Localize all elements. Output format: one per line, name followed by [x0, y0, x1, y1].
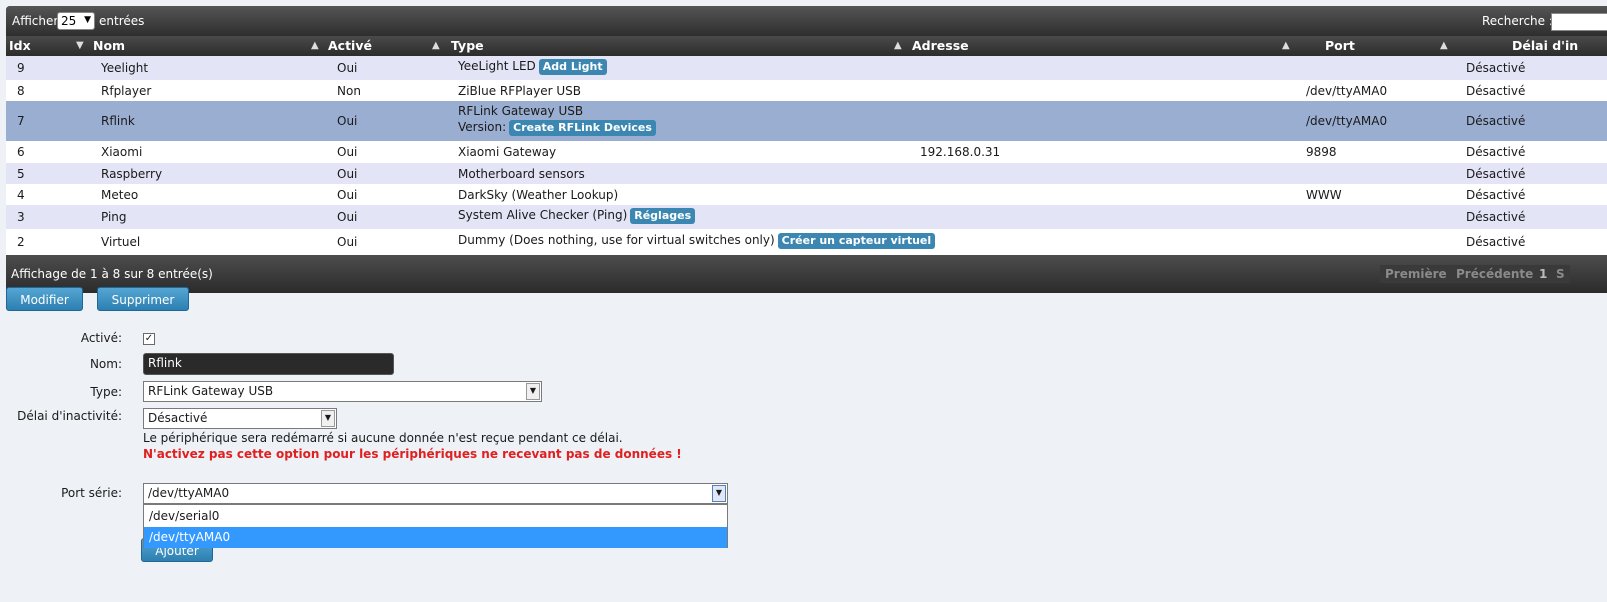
name-field[interactable]: Rflink	[143, 353, 394, 375]
enabled-label: Activé:	[80, 331, 122, 345]
add-light-button[interactable]: Add Light	[538, 59, 607, 75]
first-page-button[interactable]: Première	[1380, 265, 1452, 283]
table-header: Idx ▼ Nom ▲ Activé ▲ Type ▲ Adresse ▲ Po…	[6, 36, 1607, 56]
serial-port-dropdown-list: /dev/serial0 /dev/ttyAMA0	[143, 504, 728, 548]
table-row[interactable]: 3 Ping Oui System Alive Checker (Ping) Ré…	[6, 205, 1607, 229]
type-label: Type:	[90, 385, 122, 399]
create-virtual-sensor-button[interactable]: Créer un capteur virtuel	[777, 233, 936, 249]
chevron-down-icon: ▼	[321, 410, 335, 427]
table-row[interactable]: 5 Raspberry Oui Motherboard sensors Désa…	[6, 163, 1607, 184]
sort-desc-icon: ▼	[76, 40, 84, 51]
show-label: Afficher	[12, 14, 59, 28]
col-enabled[interactable]: Activé	[328, 36, 372, 56]
col-name[interactable]: Nom	[93, 36, 125, 56]
create-rflink-devices-button[interactable]: Create RFLink Devices	[509, 120, 656, 136]
search-input[interactable]	[1551, 13, 1607, 31]
col-timeout[interactable]: Délai d'in	[1512, 36, 1578, 56]
serial-port-select[interactable]: /dev/ttyAMA0 ▼	[143, 483, 728, 504]
chevron-down-icon: ▼	[526, 383, 540, 400]
chevron-down-icon: ▼	[712, 485, 726, 502]
serial-port-label: Port série:	[61, 486, 122, 500]
chevron-down-icon: ▼	[84, 15, 91, 25]
checkmark-icon: ✓	[144, 333, 154, 344]
modify-button[interactable]: Modifier	[6, 287, 83, 311]
sort-asc-icon: ▲	[894, 40, 902, 51]
col-type[interactable]: Type	[451, 36, 484, 56]
entries-label: entrées	[99, 14, 145, 28]
sort-asc-icon: ▲	[311, 40, 319, 51]
sort-asc-icon: ▲	[1440, 40, 1448, 51]
next-page-button[interactable]: S	[1551, 265, 1570, 283]
type-select[interactable]: RFLink Gateway USB ▼	[143, 381, 542, 402]
name-label: Nom:	[89, 357, 122, 371]
table-toolbar: Afficher 25 ▼ entrées Recherche :	[6, 6, 1607, 36]
table-row[interactable]: 2 Virtuel Oui Dummy (Does nothing, use f…	[6, 229, 1607, 255]
timeout-label: Délai d'inactivité:	[17, 409, 122, 423]
hardware-table: Afficher 25 ▼ entrées Recherche : Idx ▼ …	[6, 6, 1607, 293]
timeout-note: Le périphérique sera redémarré si aucune…	[143, 431, 623, 445]
delete-button[interactable]: Supprimer	[97, 287, 189, 311]
settings-button[interactable]: Réglages	[630, 208, 696, 224]
col-port[interactable]: Port	[1325, 36, 1355, 56]
sort-asc-icon: ▲	[1282, 40, 1290, 51]
table-footer: Affichage de 1 à 8 sur 8 entrée(s) Premi…	[6, 255, 1607, 293]
table-row[interactable]: 8 Rfplayer Non ZiBlue RFPlayer USB /dev/…	[6, 80, 1607, 101]
timeout-select[interactable]: Désactivé ▼	[143, 408, 337, 429]
page-length-select[interactable]: 25 ▼	[57, 12, 95, 30]
sort-asc-icon: ▲	[432, 40, 440, 51]
col-idx[interactable]: Idx	[9, 36, 31, 56]
page-1-button[interactable]: 1	[1534, 265, 1553, 283]
timeout-warning: N'activez pas cette option pour les péri…	[143, 447, 682, 461]
table-info: Affichage de 1 à 8 sur 8 entrée(s)	[11, 267, 213, 281]
table-row[interactable]: 9 Yeelight Oui YeeLight LED Add Light Dés…	[6, 56, 1607, 80]
col-address[interactable]: Adresse	[912, 36, 969, 56]
previous-page-button[interactable]: Précédente	[1451, 265, 1539, 283]
port-option-selected[interactable]: /dev/ttyAMA0	[144, 527, 727, 548]
enabled-checkbox[interactable]: ✓	[143, 333, 155, 345]
table-row[interactable]: 6 Xiaomi Oui Xiaomi Gateway 192.168.0.31…	[6, 141, 1607, 163]
table-row[interactable]: 4 Meteo Oui DarkSky (Weather Lookup) WWW…	[6, 184, 1607, 205]
search-label: Recherche :	[1482, 14, 1553, 28]
port-option[interactable]: /dev/serial0	[144, 506, 727, 527]
table-row-selected[interactable]: 7 Rflink Oui RFLink Gateway USB Version:…	[6, 101, 1607, 141]
